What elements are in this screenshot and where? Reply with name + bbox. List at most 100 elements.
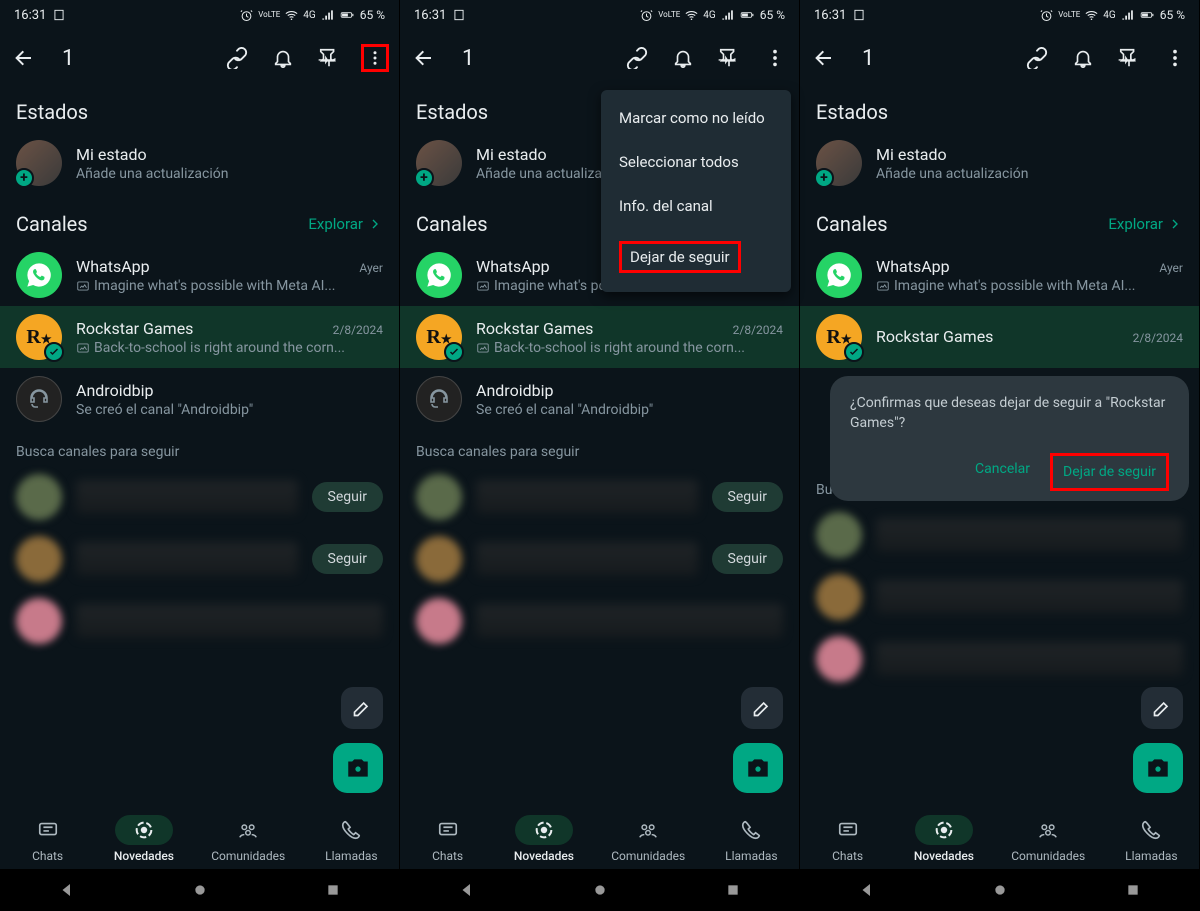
whatsapp-avatar [16, 252, 62, 298]
pin-button[interactable] [715, 44, 743, 72]
blurred-text [76, 480, 298, 514]
sys-recent-icon[interactable] [1125, 882, 1141, 898]
nav-novedades[interactable]: Novedades [914, 815, 974, 863]
follow-button[interactable]: Seguir [712, 544, 783, 574]
link-button[interactable] [1023, 44, 1051, 72]
suggested-row[interactable] [800, 566, 1199, 628]
notif-icon [452, 8, 466, 22]
volte-label: VoLTE [658, 11, 680, 19]
follow-button[interactable]: Seguir [312, 482, 383, 512]
clock: 16:31 [814, 8, 846, 23]
channel-androidbip[interactable]: AndroidbipSe creó el canal "Androidbip" [400, 368, 799, 430]
back-button[interactable] [810, 44, 838, 72]
channel-rockstar[interactable]: R★ Rockstar Games2/8/2024 Back-to-school… [0, 306, 399, 368]
sys-recent-icon[interactable] [725, 882, 741, 898]
channel-name: Rockstar Games [76, 319, 193, 338]
follow-button[interactable]: Seguir [312, 544, 383, 574]
channel-rockstar[interactable]: R★ Rockstar Games2/8/2024 [800, 306, 1199, 368]
nav-novedades[interactable]: Novedades [514, 815, 574, 863]
whatsapp-avatar [416, 252, 462, 298]
sys-home-icon[interactable] [192, 882, 208, 898]
pencil-fab[interactable] [741, 687, 783, 729]
nav-llamadas[interactable]: Llamadas [1122, 815, 1180, 863]
follow-button[interactable]: Seguir [712, 482, 783, 512]
sys-back-icon[interactable] [458, 881, 476, 899]
suggested-row[interactable]: Seguir [400, 528, 799, 590]
back-button[interactable] [410, 44, 438, 72]
signal-icon [320, 8, 334, 22]
camera-fab[interactable] [333, 743, 383, 793]
mute-button[interactable] [669, 44, 697, 72]
menu-channel-info[interactable]: Info. del canal [601, 184, 791, 228]
back-button[interactable] [10, 44, 38, 72]
sys-recent-icon[interactable] [325, 882, 341, 898]
battery-pct: 65 % [760, 8, 785, 22]
sys-back-icon[interactable] [58, 881, 76, 899]
link-button[interactable] [623, 44, 651, 72]
volte-label: VoLTE [258, 11, 280, 19]
mute-button[interactable] [1069, 44, 1097, 72]
more-button[interactable] [1161, 44, 1189, 72]
system-nav [800, 869, 1199, 911]
suggested-row[interactable]: Seguir [0, 466, 399, 528]
image-icon [76, 341, 90, 355]
nav-comunidades[interactable]: Comunidades [1011, 815, 1085, 863]
pencil-fab[interactable] [1141, 687, 1183, 729]
nav-comunidades[interactable]: Comunidades [611, 815, 685, 863]
suggested-row[interactable] [400, 590, 799, 652]
estados-header: Estados [0, 86, 399, 134]
pin-button[interactable] [1115, 44, 1143, 72]
nav-chats[interactable]: Chats [819, 815, 877, 863]
nav-llamadas[interactable]: Llamadas [322, 815, 380, 863]
dialog-confirm-button[interactable]: Dejar de seguir [1050, 453, 1169, 491]
channel-androidbip[interactable]: Androidbip Se creó el canal "Androidbip" [0, 368, 399, 430]
selection-count: 1 [62, 46, 74, 71]
nav-chats[interactable]: Chats [19, 815, 77, 863]
my-avatar: + [816, 140, 862, 186]
mute-button[interactable] [269, 44, 297, 72]
channel-rockstar[interactable]: R★ Rockstar Games2/8/2024Back-to-school … [400, 306, 799, 368]
channel-whatsapp[interactable]: WhatsAppAyerImagine what's possible with… [800, 244, 1199, 306]
channel-preview: Back-to-school is right around the corn.… [94, 340, 345, 356]
suggested-row[interactable] [0, 590, 399, 652]
phone-screen-3: 16:31 VoLTE 4G 65 % 1 Estados + Mi estad… [800, 0, 1200, 911]
pencil-fab[interactable] [341, 687, 383, 729]
notif-icon [52, 8, 66, 22]
nav-novedades[interactable]: Novedades [114, 815, 174, 863]
sys-back-icon[interactable] [858, 881, 876, 899]
channel-name: Rockstar Games [476, 319, 593, 338]
pin-button[interactable] [315, 44, 343, 72]
rockstar-avatar: R★ [416, 314, 462, 360]
plus-badge-icon: + [414, 168, 434, 188]
suggested-row[interactable] [800, 504, 1199, 566]
more-button[interactable] [761, 44, 789, 72]
my-status-row[interactable]: + Mi estadoAñade una actualización [800, 134, 1199, 198]
nav-llamadas[interactable]: Llamadas [722, 815, 780, 863]
menu-unfollow[interactable]: Dejar de seguir [601, 228, 791, 286]
channel-whatsapp[interactable]: WhatsAppAyer Imagine what's possible wit… [0, 244, 399, 306]
my-status-row[interactable]: + Mi estado Añade una actualización [0, 134, 399, 198]
nav-comunidades[interactable]: Comunidades [211, 815, 285, 863]
chevron-right-icon [1167, 216, 1183, 232]
sys-home-icon[interactable] [992, 882, 1008, 898]
camera-fab[interactable] [1133, 743, 1183, 793]
explore-label: Explorar [1108, 215, 1163, 233]
alarm-icon [639, 8, 654, 23]
menu-mark-unread[interactable]: Marcar como no leído [601, 96, 791, 140]
explore-button[interactable]: Explorar [1108, 215, 1183, 233]
blurred-text [876, 518, 1183, 552]
nav-label: Novedades [914, 849, 974, 863]
clock: 16:31 [14, 8, 46, 23]
selected-check-icon [44, 342, 64, 362]
sys-home-icon[interactable] [592, 882, 608, 898]
more-button[interactable] [361, 44, 389, 72]
menu-select-all[interactable]: Seleccionar todos [601, 140, 791, 184]
suggested-row[interactable] [800, 628, 1199, 690]
dialog-cancel-button[interactable]: Cancelar [965, 453, 1040, 491]
suggested-row[interactable]: Seguir [400, 466, 799, 528]
suggested-row[interactable]: Seguir [0, 528, 399, 590]
explore-button[interactable]: Explorar [308, 215, 383, 233]
camera-fab[interactable] [733, 743, 783, 793]
link-button[interactable] [223, 44, 251, 72]
nav-chats[interactable]: Chats [419, 815, 477, 863]
